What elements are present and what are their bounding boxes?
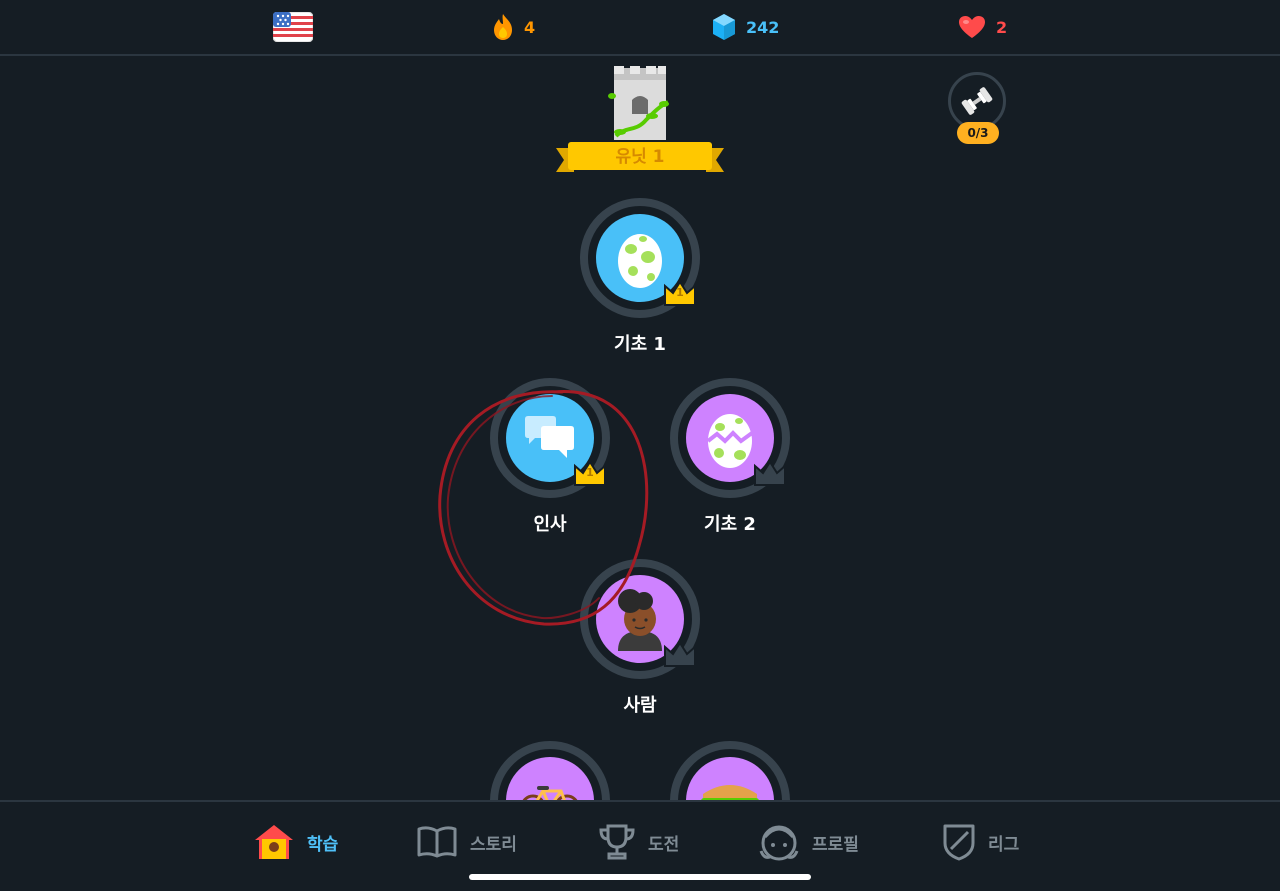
nav-challenge-label: 도전 (648, 834, 680, 855)
nav-learn[interactable]: 학습 (253, 822, 338, 862)
skill-name: 인사 (533, 514, 567, 535)
heart-icon (959, 16, 985, 38)
us-flag-icon (273, 12, 313, 42)
cracked-egg-icon (706, 414, 754, 468)
crown-icon (754, 460, 786, 486)
castle-icon (608, 66, 669, 140)
language-selector[interactable] (273, 12, 313, 42)
streak-counter[interactable]: 4 (492, 12, 535, 42)
crown-icon (664, 641, 696, 667)
hearts-counter[interactable]: 2 (958, 12, 1007, 42)
streak-count: 4 (524, 17, 536, 37)
profile-icon (759, 825, 799, 861)
unit-header[interactable]: 유닛 1 (556, 66, 724, 172)
person-icon (618, 589, 662, 651)
skill-name: 기초 1 (614, 334, 666, 355)
nav-leagues[interactable]: 리그 (942, 822, 1019, 862)
gem-count: 242 (746, 17, 780, 37)
home-icon (255, 825, 293, 859)
trophy-icon (599, 824, 635, 860)
shield-icon (943, 824, 975, 861)
nav-stories-label: 스토리 (470, 834, 517, 855)
skill-name: 사람 (623, 695, 657, 716)
sandwich-icon (701, 785, 759, 800)
practice-progress: 0/3 (957, 122, 999, 144)
bicycle-icon (522, 786, 578, 800)
nav-stories[interactable]: 스토리 (416, 822, 517, 862)
book-icon (417, 826, 457, 858)
crown-level: 1 (676, 286, 684, 299)
nav-leagues-label: 리그 (988, 834, 1020, 855)
nav-profile-label: 프로필 (812, 834, 859, 855)
nav-challenge[interactable]: 도전 (598, 822, 679, 862)
nav-learn-label: 학습 (307, 834, 339, 855)
fire-icon (494, 14, 512, 40)
practice-button[interactable]: 0/3 (948, 72, 1012, 152)
home-indicator[interactable] (469, 874, 811, 880)
gem-icon (713, 14, 735, 40)
chat-bubbles-icon (525, 416, 574, 458)
nav-profile[interactable]: 프로필 (758, 822, 859, 862)
unit-label: 유닛 1 (615, 147, 665, 167)
gem-counter[interactable]: 242 (712, 12, 779, 42)
dumbbell-icon (961, 87, 993, 115)
skill-tree: 유닛 1 0/3 1 기초 1 1 인사 기초 2 사람 (0, 56, 1280, 800)
top-status-bar: 4 242 2 (0, 0, 1280, 56)
egg-icon (618, 234, 662, 288)
crown-level: 1 (586, 466, 594, 479)
hearts-count: 2 (996, 17, 1008, 37)
skill-name: 기초 2 (704, 514, 756, 535)
